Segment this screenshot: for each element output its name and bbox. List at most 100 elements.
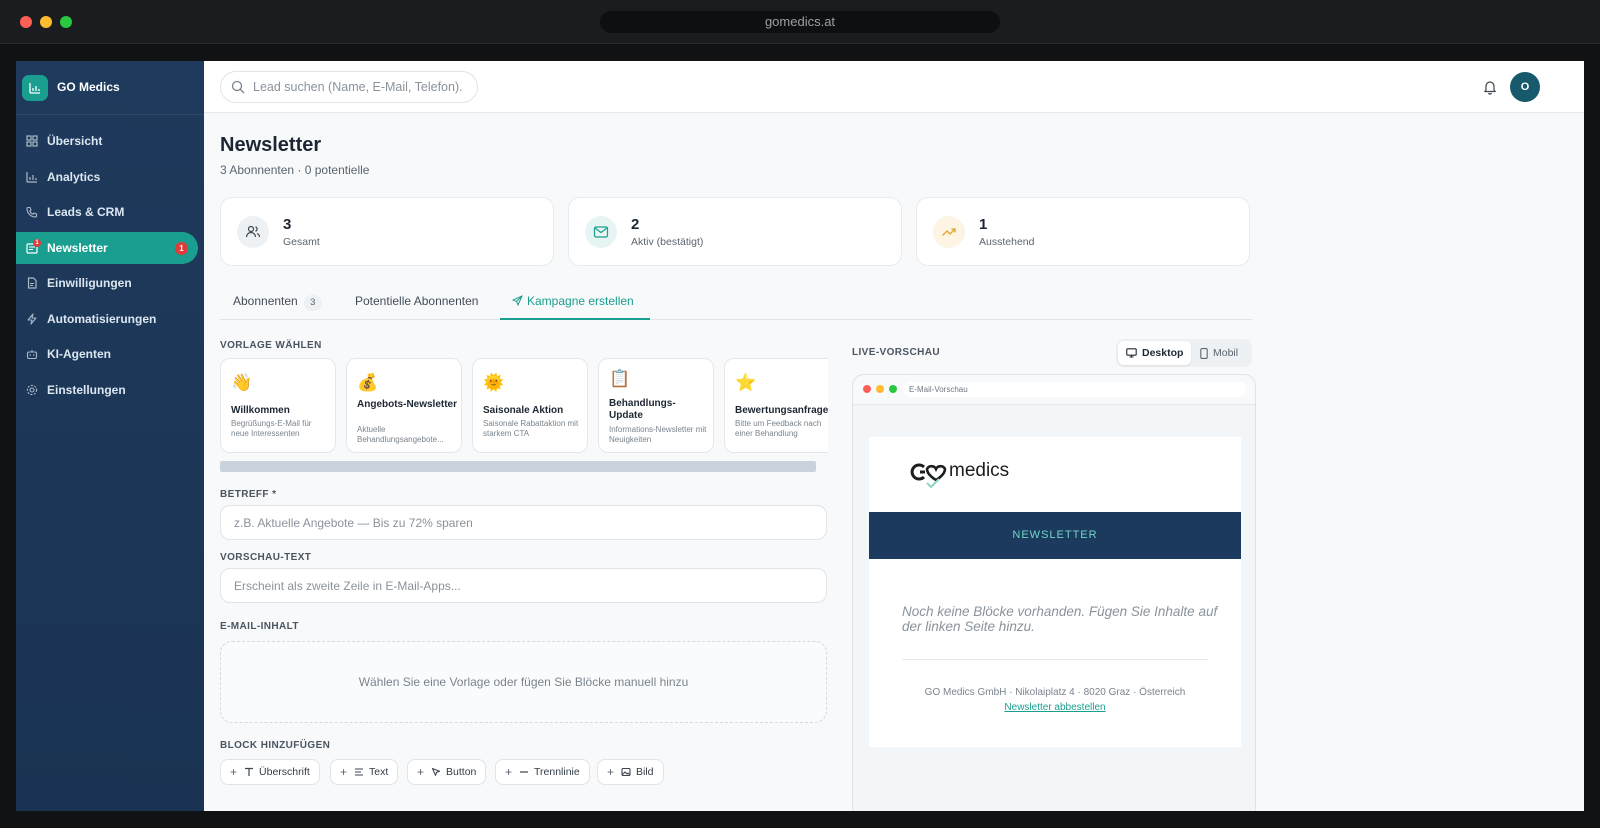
sidebar-item-newsletter[interactable]: 1 Newsletter 1 [16,231,198,264]
sidebar-nav: Übersicht Analytics Leads & CRM 1 Newsle… [16,125,204,409]
plus-icon: + [340,765,348,779]
email-content-dropzone[interactable]: Wählen Sie eine Vorlage oder fügen Sie B… [220,641,827,723]
minimize-window-button[interactable] [40,16,52,28]
avatar[interactable]: O [1510,72,1540,102]
sidebar-item-einwilligungen[interactable]: Einwilligungen [16,267,198,299]
page-title: Newsletter [220,134,322,156]
sidebar-item-label: Analytics [47,169,101,184]
stat-label: Ausstehend [979,236,1035,248]
newsletter-count-badge: 1 [175,241,188,255]
address-bar[interactable]: gomedics.at [600,11,1000,33]
sidebar-item-automatisierungen[interactable]: Automatisierungen [16,303,198,335]
add-image-block-button[interactable]: + Bild [597,759,664,785]
template-name: Behandlungs-Update [609,398,676,421]
close-window-button[interactable] [20,16,32,28]
stat-label: Gesamt [283,236,320,248]
gomedics-logo: medics [907,457,1017,491]
empty-state-text: Noch keine Blöcke vorhanden. Fügen Sie I… [902,604,1218,634]
block-label: Button [446,766,477,778]
mobile-toggle-button[interactable]: Mobil [1192,341,1246,365]
search-icon [231,80,245,94]
trending-up-icon [933,216,965,248]
logo-wordmark: medics [949,460,1009,481]
subject-field[interactable] [220,505,827,540]
stat-label: Aktiv (bestätigt) [631,236,704,248]
tab-kampagne-erstellen[interactable]: Kampagne erstellen [500,290,650,320]
subject-input[interactable] [221,506,826,539]
preview-text-input[interactable] [221,569,826,602]
add-text-block-button[interactable]: + Text [330,759,399,785]
email-preview-frame: E-Mail-Vorschau medics NEWSLETTER Noch k [852,374,1256,811]
template-name: Bewertungsanfrage [735,405,828,416]
email-divider [902,659,1208,660]
maximize-window-button[interactable] [60,16,72,28]
sidebar-item-uebersicht[interactable]: Übersicht [16,125,198,157]
preview-text-field[interactable] [220,568,827,603]
newsletter-mini-badge: 1 [33,238,41,247]
tab-bar: Abonnenten 3 Potentielle Abonnenten Kampa… [220,290,1252,320]
sidebar-item-ki-agenten[interactable]: KI-Agenten [16,338,198,370]
add-divider-block-button[interactable]: + Trennlinie [495,759,590,785]
template-card-behandlungs-update[interactable]: 📋 Behandlungs-Update Informations-Newsle… [598,358,714,453]
template-desc: Informations-Newsletter mit Neuigkeiten [609,425,707,444]
tab-count-badge: 3 [303,295,322,311]
tab-label: Kampagne erstellen [527,294,634,308]
add-heading-block-button[interactable]: + Überschrift [220,759,320,785]
desktop-toggle-button[interactable]: Desktop [1118,341,1192,365]
brand: GO Medics [16,61,204,115]
template-name: Willkommen [231,405,290,416]
page-subtitle: 3 Abonnenten · 0 potentielle [220,163,370,177]
search-box[interactable] [220,71,478,103]
email-footer-address: GO Medics GmbH · Nikolaiplatz 4 · 8020 G… [924,687,1186,698]
add-button-block-button[interactable]: + Button [407,759,487,785]
tab-abonnenten[interactable]: Abonnenten 3 [233,290,341,320]
template-card-angebots-newsletter[interactable]: 💰 Angebots-Newsletter Aktuelle Behandlun… [346,358,462,453]
clipboard-icon: 📋 [609,369,631,388]
document-icon [25,276,39,290]
sidebar-item-label: Einwilligungen [47,276,132,290]
wave-icon: 👋 [231,373,253,392]
unsubscribe-link[interactable]: Newsletter abbestellen [869,702,1241,713]
brand-logo-icon [22,75,48,101]
sidebar-item-label: Newsletter [47,240,108,255]
preview-url: E-Mail-Vorschau [903,382,1247,397]
send-icon [512,295,523,306]
toggle-label: Mobil [1213,347,1239,359]
device-toggle: Desktop Mobil [1116,339,1252,367]
stat-value: 3 [283,216,292,233]
title-bar: gomedics.at [0,0,1600,44]
email-body: medics NEWSLETTER Noch keine Blöcke vorh… [869,437,1241,747]
sidebar-item-label: Leads & CRM [47,205,125,219]
star-icon: ⭐ [735,373,757,392]
email-content-label: E-MAIL-INHALT [220,621,299,632]
plus-icon: + [417,765,425,779]
stat-card-pending: 1 Ausstehend [916,197,1250,266]
template-strip: 👋 Willkommen Begrüßungs-E-Mail für neue … [220,358,828,473]
template-scrollbar[interactable] [220,461,816,472]
bell-icon[interactable] [1482,79,1498,95]
heading-icon [245,767,254,776]
block-label: Text [369,766,389,778]
sidebar-item-einstellungen[interactable]: Einstellungen [16,374,198,406]
add-block-label: BLOCK HINZUFÜGEN [220,740,331,751]
template-card-willkommen[interactable]: 👋 Willkommen Begrüßungs-E-Mail für neue … [220,358,336,453]
text-lines-icon [355,768,364,776]
plus-icon: + [607,765,615,779]
sidebar-item-label: KI-Agenten [47,347,111,361]
block-label: Bild [636,766,654,778]
top-bar: O [204,61,1584,113]
template-desc: Aktuelle Behandlungsangebote... [357,425,444,444]
tab-potentielle-abonnenten[interactable]: Potentielle Abonnenten [355,290,495,320]
template-card-bewertungsanfrage[interactable]: ⭐ Bewertungsanfrage Bitte um Feedback na… [724,358,828,453]
stat-card-active: 2 Aktiv (bestätigt) [568,197,902,266]
sidebar-item-analytics[interactable]: Analytics [16,161,198,193]
sidebar-item-leads-crm[interactable]: Leads & CRM [16,196,198,228]
toggle-label: Desktop [1142,347,1184,359]
template-card-saisonale-aktion[interactable]: 🌞 Saisonale Aktion Saisonale Rabattaktio… [472,358,588,453]
monitor-icon [1126,348,1137,358]
template-name: Angebots-Newsletter [357,399,458,410]
block-label: Trennlinie [534,766,580,778]
brand-name: GO Medics [57,80,120,94]
search-input[interactable] [253,72,473,102]
template-desc: Saisonale Rabattaktion mit starkem CTA [483,419,579,438]
